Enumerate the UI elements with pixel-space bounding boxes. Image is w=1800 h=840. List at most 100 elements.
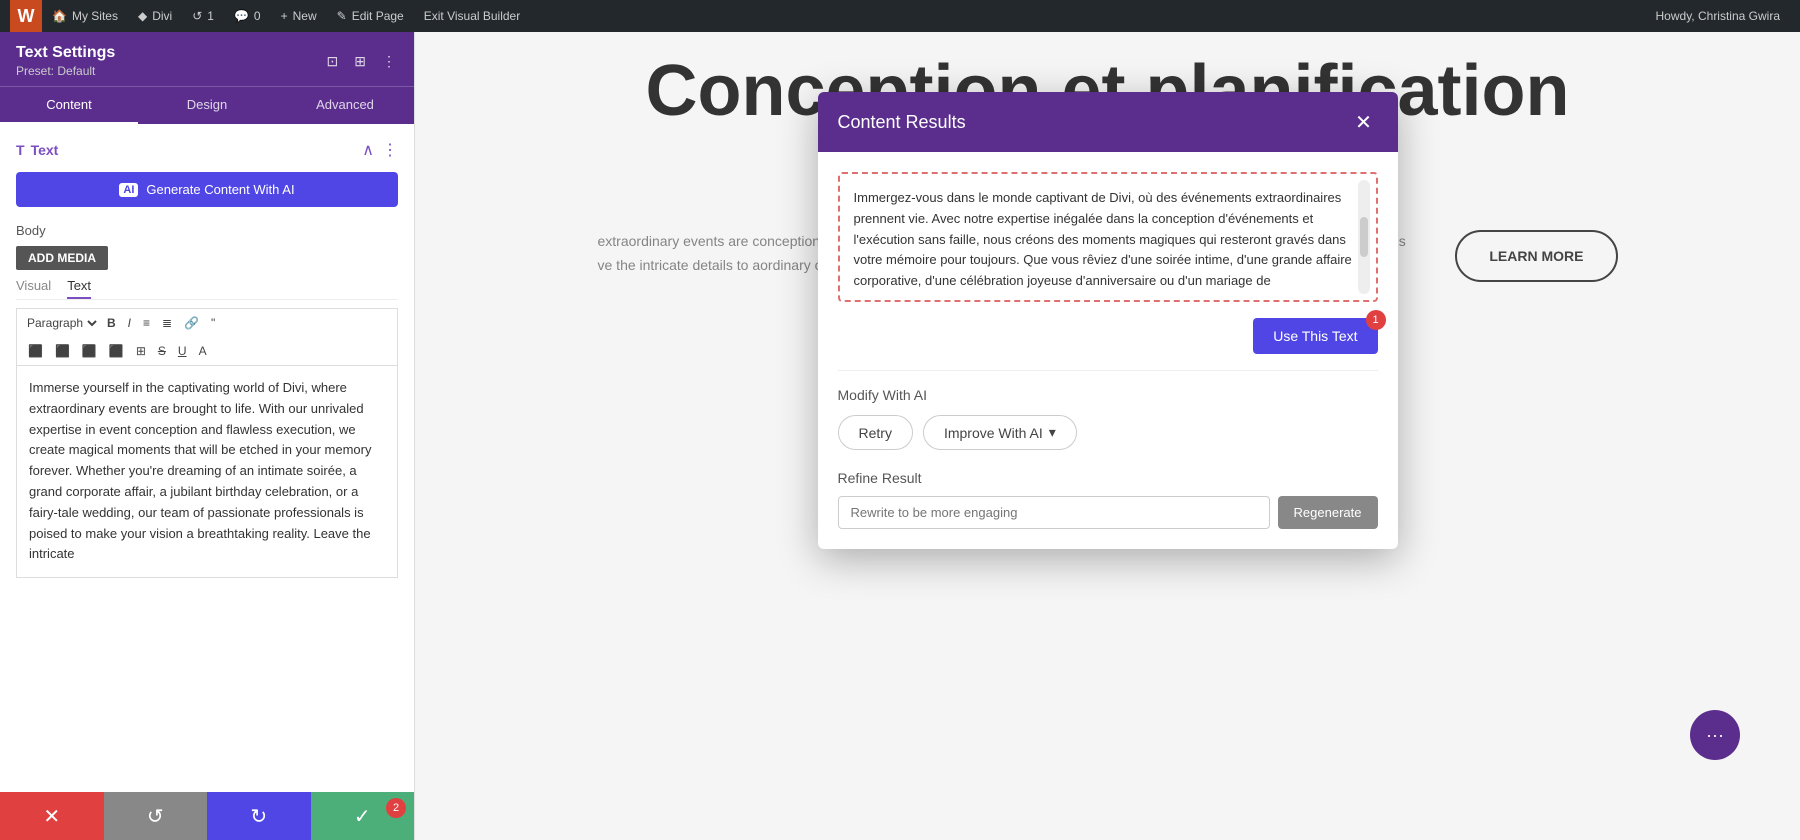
- save-badge: 2: [386, 798, 406, 818]
- improve-btn[interactable]: Improve With AI ▾: [923, 415, 1077, 450]
- redo-icon: ↻: [250, 804, 267, 829]
- ol-btn[interactable]: ≣: [157, 313, 177, 333]
- table-btn[interactable]: ⊞: [131, 341, 151, 361]
- editor-tabs: Visual Text: [16, 278, 398, 300]
- generate-btn-label: Generate Content With AI: [146, 182, 294, 197]
- panel-tabs: Content Design Advanced: [0, 86, 414, 124]
- edit-page-menu[interactable]: ✎ Edit Page: [327, 0, 414, 32]
- refine-section: Refine Result Regenerate: [838, 470, 1378, 529]
- updates-menu[interactable]: ↺ 1: [182, 0, 224, 32]
- panel-header: Text Settings Preset: Default ⊡ ⊞ ⋮: [0, 32, 414, 86]
- panel-preset: Preset: Default: [16, 64, 115, 78]
- main-layout: Text Settings Preset: Default ⊡ ⊞ ⋮ Cont…: [0, 32, 1800, 840]
- quote-btn[interactable]: ": [206, 313, 220, 333]
- section-title-text: Text: [31, 142, 59, 158]
- save-btn[interactable]: ✓ 2: [311, 792, 415, 840]
- panel-title: Text Settings: [16, 44, 115, 62]
- modal-close-btn[interactable]: ✕: [1350, 108, 1378, 136]
- new-menu[interactable]: + New: [271, 0, 327, 32]
- paragraph-select[interactable]: Paragraph: [23, 315, 100, 331]
- use-text-row: Use This Text 1: [838, 318, 1378, 362]
- tab-design[interactable]: Design: [138, 87, 276, 124]
- modal-body: Immergez-vous dans le monde captivant de…: [818, 152, 1398, 549]
- panel-icon-btn-3[interactable]: ⋮: [380, 51, 398, 72]
- modal-header: Content Results ✕: [818, 92, 1398, 152]
- add-media-btn[interactable]: ADD MEDIA: [16, 246, 108, 270]
- use-this-text-label: Use This Text: [1273, 328, 1357, 344]
- refine-input[interactable]: [838, 496, 1270, 529]
- panel-icon-btn-1[interactable]: ⊡: [325, 51, 341, 72]
- new-label: New: [293, 9, 317, 23]
- cancel-btn[interactable]: ✕: [0, 792, 104, 840]
- underline-btn[interactable]: U: [173, 341, 192, 361]
- body-label: Body: [16, 223, 398, 238]
- updates-count: 1: [207, 9, 214, 23]
- align-justify-btn[interactable]: ⬛: [104, 341, 129, 361]
- exit-builder-menu[interactable]: Exit Visual Builder: [414, 0, 531, 32]
- home-icon: 🏠: [52, 9, 67, 23]
- link-btn[interactable]: 🔗: [179, 313, 204, 333]
- panel-body: T Text ∧ ⋮ AI Generate Content With AI B…: [0, 124, 414, 792]
- right-content: Conception et planification d'événements…: [415, 32, 1800, 840]
- generate-content-btn[interactable]: AI Generate Content With AI: [16, 172, 398, 207]
- bottom-toolbar: ✕ ↺ ↻ ✓ 2: [0, 792, 414, 840]
- content-results-modal: Content Results ✕ Immergez-vous dans le …: [818, 92, 1398, 549]
- redo-btn[interactable]: ↻: [207, 792, 311, 840]
- divi-icon: ◆: [138, 9, 147, 23]
- modify-buttons: Retry Improve With AI ▾: [838, 415, 1378, 450]
- admin-bar-right: Howdy, Christina Gwira: [1646, 0, 1790, 32]
- editor-toolbar: Paragraph B I ≡ ≣ 🔗 " ⬛ ⬛ ⬛ ⬛ ⊞ S U A: [16, 308, 398, 365]
- wp-logo[interactable]: W: [10, 0, 42, 32]
- italic-btn[interactable]: I: [123, 313, 136, 333]
- panel-icon-btn-2[interactable]: ⊞: [352, 51, 368, 72]
- editor-content[interactable]: Immerse yourself in the captivating worl…: [16, 365, 398, 578]
- ai-icon: AI: [119, 183, 138, 197]
- modify-section: Modify With AI Retry Improve With AI ▾ R…: [838, 370, 1378, 529]
- align-right-btn[interactable]: ⬛: [77, 341, 102, 361]
- divi-label: Divi: [152, 9, 172, 23]
- admin-bar: W 🏠 My Sites ◆ Divi ↺ 1 💬 0 + New ✎ Edit…: [0, 0, 1800, 32]
- strikethrough-btn[interactable]: S: [153, 341, 171, 361]
- retry-btn[interactable]: Retry: [838, 415, 913, 450]
- refine-title: Refine Result: [838, 470, 1378, 486]
- ul-btn[interactable]: ≡: [138, 313, 155, 333]
- divi-menu[interactable]: ◆ Divi: [128, 0, 182, 32]
- modal-title: Content Results: [838, 112, 966, 133]
- my-sites-label: My Sites: [72, 9, 118, 23]
- section-collapse-btn[interactable]: ∧: [362, 140, 374, 160]
- comments-count: 0: [254, 9, 261, 23]
- save-icon: ✓: [354, 804, 371, 829]
- editor-tab-visual[interactable]: Visual: [16, 278, 51, 299]
- text-icon: T: [16, 142, 25, 158]
- comments-icon: 💬: [234, 9, 249, 23]
- improve-chevron-icon: ▾: [1049, 424, 1056, 441]
- edit-icon: ✎: [337, 9, 347, 23]
- improve-btn-label: Improve With AI: [944, 425, 1043, 441]
- use-this-text-btn[interactable]: Use This Text 1: [1253, 318, 1377, 354]
- bold-btn[interactable]: B: [102, 313, 121, 333]
- section-title: T Text: [16, 142, 58, 158]
- result-text-area[interactable]: Immergez-vous dans le monde captivant de…: [838, 172, 1378, 302]
- tab-advanced[interactable]: Advanced: [276, 87, 414, 124]
- modify-title: Modify With AI: [838, 387, 1378, 403]
- section-menu-btn[interactable]: ⋮: [382, 140, 398, 160]
- tab-content[interactable]: Content: [0, 87, 138, 124]
- undo-btn[interactable]: ↺: [104, 792, 208, 840]
- section-header: T Text ∧ ⋮: [16, 140, 398, 160]
- regenerate-btn[interactable]: Regenerate: [1278, 496, 1378, 529]
- modal-overlay: Content Results ✕ Immergez-vous dans le …: [415, 32, 1800, 840]
- editor-tab-text[interactable]: Text: [67, 278, 91, 299]
- edit-page-label: Edit Page: [352, 9, 404, 23]
- user-menu[interactable]: Howdy, Christina Gwira: [1646, 0, 1790, 32]
- updates-icon: ↺: [192, 9, 202, 23]
- color-btn[interactable]: A: [194, 341, 212, 361]
- align-left-btn[interactable]: ⬛: [23, 341, 48, 361]
- body-section: Body ADD MEDIA Visual Text Paragraph B I…: [16, 223, 398, 578]
- plus-icon: +: [281, 9, 288, 23]
- refine-input-row: Regenerate: [838, 496, 1378, 529]
- align-center-btn[interactable]: ⬛: [50, 341, 75, 361]
- comments-menu[interactable]: 💬 0: [224, 0, 271, 32]
- my-sites-menu[interactable]: 🏠 My Sites: [42, 0, 128, 32]
- exit-builder-label: Exit Visual Builder: [424, 9, 521, 23]
- result-text: Immergez-vous dans le monde captivant de…: [854, 190, 1352, 288]
